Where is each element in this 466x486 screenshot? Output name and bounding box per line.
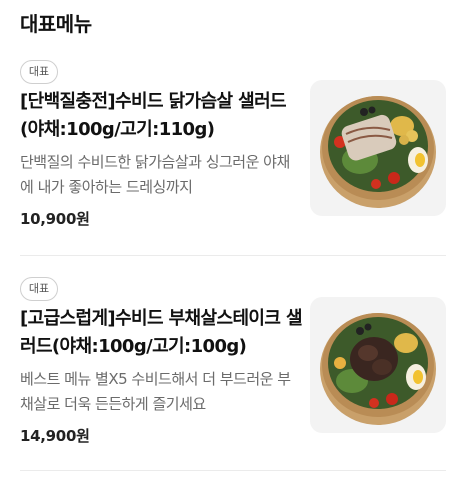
menu-item-price: 10,900원 [20,210,90,228]
menu-item[interactable]: 대표 [단백질충전]수비드 닭가슴살 샐러드(야채:100g/고기:110g) … [20,58,446,254]
menu-item[interactable]: 대표 [고급스럽게]수비드 부채살스테이크 샐러드(야채:100g/고기:100… [20,275,446,471]
divider [20,470,446,471]
menu-item-description: 베스트 메뉴 별X5 수비드해서 더 부드러운 부채살로 더욱 든든하게 즐기세… [20,370,291,413]
menu-item-name: [고급스럽게]수비드 부채살스테이크 샐러드(야채:100g/고기:100g) [20,308,302,357]
signature-badge: 대표 [20,277,58,301]
menu-item-image [310,297,446,433]
menu-item-name: [단백질충전]수비드 닭가슴살 샐러드(야채:100g/고기:110g) [20,91,287,140]
menu-item-price: 14,900원 [20,427,90,445]
menu-item-description: 단백질의 수비드한 닭가슴살과 싱그러운 야채에 내가 좋아하는 드레싱까지 [20,153,290,196]
divider [20,255,446,256]
menu-item-image [310,80,446,216]
signature-badge: 대표 [20,60,58,84]
section-title: 대표메뉴 [20,12,92,36]
